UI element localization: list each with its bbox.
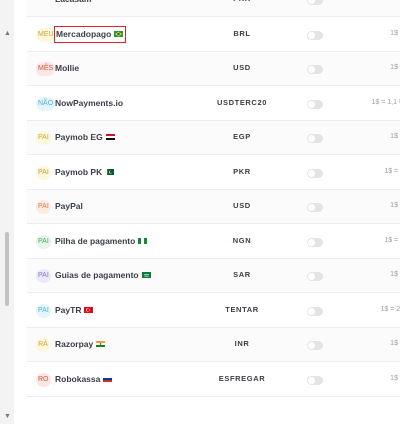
gateway-currency: ESFREGAR — [218, 373, 266, 383]
gateway-name[interactable]: Guias de pagamento — [55, 270, 151, 280]
gateway-currency: NGN — [232, 235, 252, 245]
gateway-enable-toggle[interactable] — [307, 168, 323, 178]
gateway-exchange-rate: 1$ = — [390, 133, 400, 140]
gateway-currency: USD — [233, 63, 251, 72]
gateway-row-mercadopago[interactable]: MEUMercadopago BRL 1$ = — [27, 18, 400, 52]
gateway-name[interactable]: Pilha de pagamento — [55, 235, 148, 246]
brazil-flag-icon — [114, 29, 124, 37]
gateway-row-razorpay[interactable]: RÁ Razorpay INR 1$ = — [27, 328, 400, 362]
saudi-flag-icon — [141, 270, 151, 278]
gateway-name-text: PayPal — [55, 201, 83, 211]
gateway-name-text: Robokassa — [55, 373, 101, 384]
gateway-name-text: NowPayments.io — [55, 97, 124, 108]
gateway-exchange-rate: 1$ = — [390, 340, 400, 347]
gateway-enable-toggle[interactable] — [307, 65, 323, 74]
gateway-name-text: Paymob PK — [55, 166, 103, 177]
gateway-enable-toggle[interactable] — [307, 375, 323, 385]
gateway-enable-toggle[interactable] — [307, 30, 323, 40]
gateway-exchange-rate: 1$ = 7 — [384, 236, 400, 244]
gateway-enable-toggle[interactable] — [307, 341, 323, 350]
gateway-row-paymob-pk[interactable]: PAI Paymob PK PKR 1$ = 2 — [27, 156, 400, 190]
gateway-enable-toggle[interactable] — [307, 99, 323, 109]
vertical-scrollbar[interactable]: ▲ ▼ — [0, 0, 14, 424]
gateway-currency: TENTAR — [225, 304, 259, 314]
gateway-row-guias[interactable]: PAI Guias de pagamento SAR 1$ = — [27, 259, 400, 293]
gateway-row-top-partial[interactable]: Lacasam PKR — [27, 0, 400, 17]
gateway-name[interactable]: Razorpay — [55, 339, 106, 349]
gateway-row-paymob-eg[interactable]: PAI Paymob EG EGP 1$ = — [27, 121, 400, 155]
turkey-flag-icon — [84, 305, 94, 313]
gateway-badge: MEU — [36, 27, 56, 42]
gateway-exchange-rate: 1$ = 2 — [384, 167, 400, 175]
gateway-row-robokassa[interactable]: RO Robokassa ESFREGAR 1$ = — [27, 363, 400, 397]
gateway-currency: INR — [234, 339, 250, 348]
gateway-name[interactable]: Mercadopago — [54, 25, 127, 43]
scroll-up-icon[interactable]: ▲ — [4, 30, 11, 37]
gateway-currency: PKR — [233, 166, 251, 176]
gateway-badge: NÃO — [36, 96, 56, 111]
gateway-exchange-rate: 1$ = — [390, 202, 400, 209]
gateway-enable-toggle[interactable] — [307, 237, 323, 247]
gateway-name-text: Guias de pagamento — [55, 270, 139, 280]
gateway-row-mollie[interactable]: MÊSMollie USD 1$ = — [27, 52, 400, 86]
gateway-currency: PKR — [207, 0, 277, 3]
gateway-enable-toggle[interactable] — [307, 203, 323, 212]
gateway-enable-toggle[interactable] — [307, 272, 323, 281]
gateway-badge: PAI — [36, 165, 51, 180]
gateway-name[interactable]: PayTR — [55, 304, 94, 315]
gateway-badge: RO — [36, 372, 51, 387]
gateway-badge: PAI — [36, 200, 51, 214]
gateway-name[interactable]: NowPayments.io — [55, 98, 123, 108]
scroll-down-icon[interactable]: ▼ — [4, 413, 11, 420]
gateway-enable-toggle[interactable] — [307, 134, 323, 143]
gateway-badge: RÁ — [36, 338, 50, 352]
india-flag-icon — [96, 339, 106, 347]
gateway-badge: PAI — [36, 234, 51, 249]
gateway-exchange-rate: 1$ = — [390, 64, 400, 71]
gateway-currency: SAR — [233, 270, 251, 279]
gateway-name-text: Pilha de pagamento — [55, 235, 136, 246]
gateway-exchange-rate: 1$ = — [390, 29, 400, 37]
pakistan-flag-icon — [105, 167, 115, 175]
gateway-currency: BRL — [233, 28, 251, 38]
gateway-badge: PAI — [36, 303, 51, 318]
gateway-row-nowpayments[interactable]: NÃONowPayments.io USDTERC20 1$ = 1,1 U — [27, 87, 400, 121]
gateway-name-text: Paymob EG — [55, 132, 103, 142]
nigeria-flag-icon — [138, 236, 148, 244]
gateway-name[interactable]: Mollie — [55, 63, 79, 73]
gateway-name-text: Mercadopago — [56, 28, 112, 39]
gateway-name[interactable]: Paymob PK — [55, 166, 115, 177]
gateway-currency: USD — [233, 201, 251, 210]
gateway-row-pilha[interactable]: PAI Pilha de pagamento NGN 1$ = 7 — [27, 225, 400, 259]
gateway-name-text: Mollie — [55, 63, 80, 73]
gateway-badge: MÊS — [36, 62, 56, 76]
gateway-name-text: Lacasam — [55, 0, 91, 4]
gateway-exchange-rate: 1$ = — [390, 271, 400, 278]
gateway-name[interactable]: Robokassa — [55, 373, 113, 384]
russia-flag-icon — [103, 374, 113, 382]
gateway-name-text: PayTR — [55, 304, 82, 315]
gateway-row-paypal[interactable]: PAI PayPal USD 1$ = — [27, 190, 400, 224]
gateway-exchange-rate: 1$ = 27 — [380, 305, 400, 313]
gateway-enable-toggle[interactable] — [307, 306, 323, 316]
gateway-row-paytr[interactable]: PAI PayTR TENTAR 1$ = 27 — [27, 294, 400, 328]
gateway-exchange-rate: 1$ = 1,1 U — [371, 98, 400, 106]
gateway-badge: PAI — [36, 269, 51, 283]
gateway-badge: PAI — [36, 131, 51, 145]
gateway-name-text: Razorpay — [55, 339, 94, 349]
gateway-currency: USDTERC20 — [217, 97, 267, 107]
gateway-name[interactable]: Paymob EG — [55, 132, 115, 142]
egypt-flag-icon — [105, 132, 115, 140]
payment-gateways-list: LacasamPKRMEUMercadopagoBRL1$ =MÊSMollie… — [27, 0, 400, 424]
gateway-name[interactable]: PayPal — [55, 201, 83, 211]
gateway-exchange-rate: 1$ = — [390, 374, 400, 382]
scrollbar-thumb[interactable] — [5, 232, 9, 306]
gateway-currency: EGP — [233, 132, 251, 141]
gateway-enable-toggle[interactable] — [307, 0, 323, 5]
gateway-name[interactable]: Lacasam — [55, 0, 91, 4]
